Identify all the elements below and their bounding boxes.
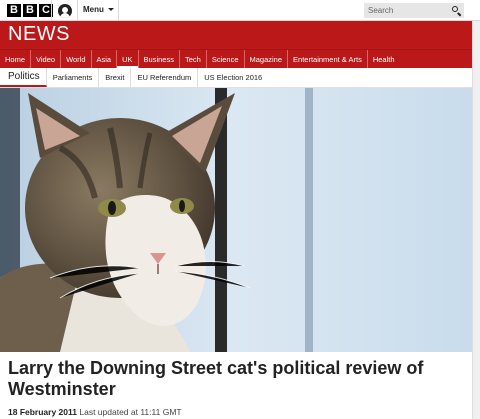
search-input[interactable] [364,3,448,18]
cat-photo [0,88,472,352]
article-headline: Larry the Downing Street cat's political… [8,358,424,399]
news-banner: NEWS [0,21,472,49]
main-nav: Home Video World Asia UK Business Tech S… [0,49,472,68]
nav-item-world[interactable]: World [61,50,92,68]
subnav-item-parliaments[interactable]: Parliaments [47,68,100,87]
news-logo[interactable]: NEWS [8,23,70,46]
nav-item-home[interactable]: Home [0,50,32,68]
nav-item-uk[interactable]: UK [117,50,139,68]
topbar-divider [77,0,78,21]
bbc-top-bar: B B C Menu [0,0,480,21]
nav-item-science[interactable]: Science [207,50,245,68]
section-nav: Politics Parliaments Brexit EU Referendu… [0,68,472,88]
nav-item-tech[interactable]: Tech [180,50,207,68]
article-hero-image [0,88,472,352]
menu-button[interactable]: Menu [83,5,114,14]
nav-item-video[interactable]: Video [31,50,62,68]
article-date: 18 February 2011 [8,407,77,417]
topbar-divider [118,0,119,21]
search-button[interactable] [449,3,464,18]
chevron-down-icon [107,8,114,11]
page: B B C Menu NEWS Home Video World Asia [0,0,480,419]
logo-letter-b1: B [7,4,21,17]
nav-item-magazine[interactable]: Magazine [245,50,289,68]
nav-item-health[interactable]: Health [368,50,400,68]
scrollbar[interactable] [472,21,480,419]
logo-letter-b2: B [23,4,37,17]
bbc-logo[interactable]: B B C [7,4,53,17]
section-title-politics[interactable]: Politics [0,68,47,87]
menu-label: Menu [83,5,104,14]
subnav-item-brexit[interactable]: Brexit [99,68,132,87]
search-icon [452,6,458,12]
article-meta: 18 February 2011 Last updated at 11:11 G… [8,407,182,417]
account-icon[interactable] [58,4,72,18]
nav-item-entertainment-arts[interactable]: Entertainment & Arts [288,50,368,68]
topbar-divider [51,0,52,21]
nav-item-business[interactable]: Business [139,50,180,68]
subnav-item-eu-referendum[interactable]: EU Referendum [131,68,199,87]
article-updated: Last updated at 11:11 GMT [79,407,182,417]
search-box [364,3,464,18]
subnav-item-us-election-2016[interactable]: US Election 2016 [198,68,268,87]
nav-item-asia[interactable]: Asia [92,50,118,68]
